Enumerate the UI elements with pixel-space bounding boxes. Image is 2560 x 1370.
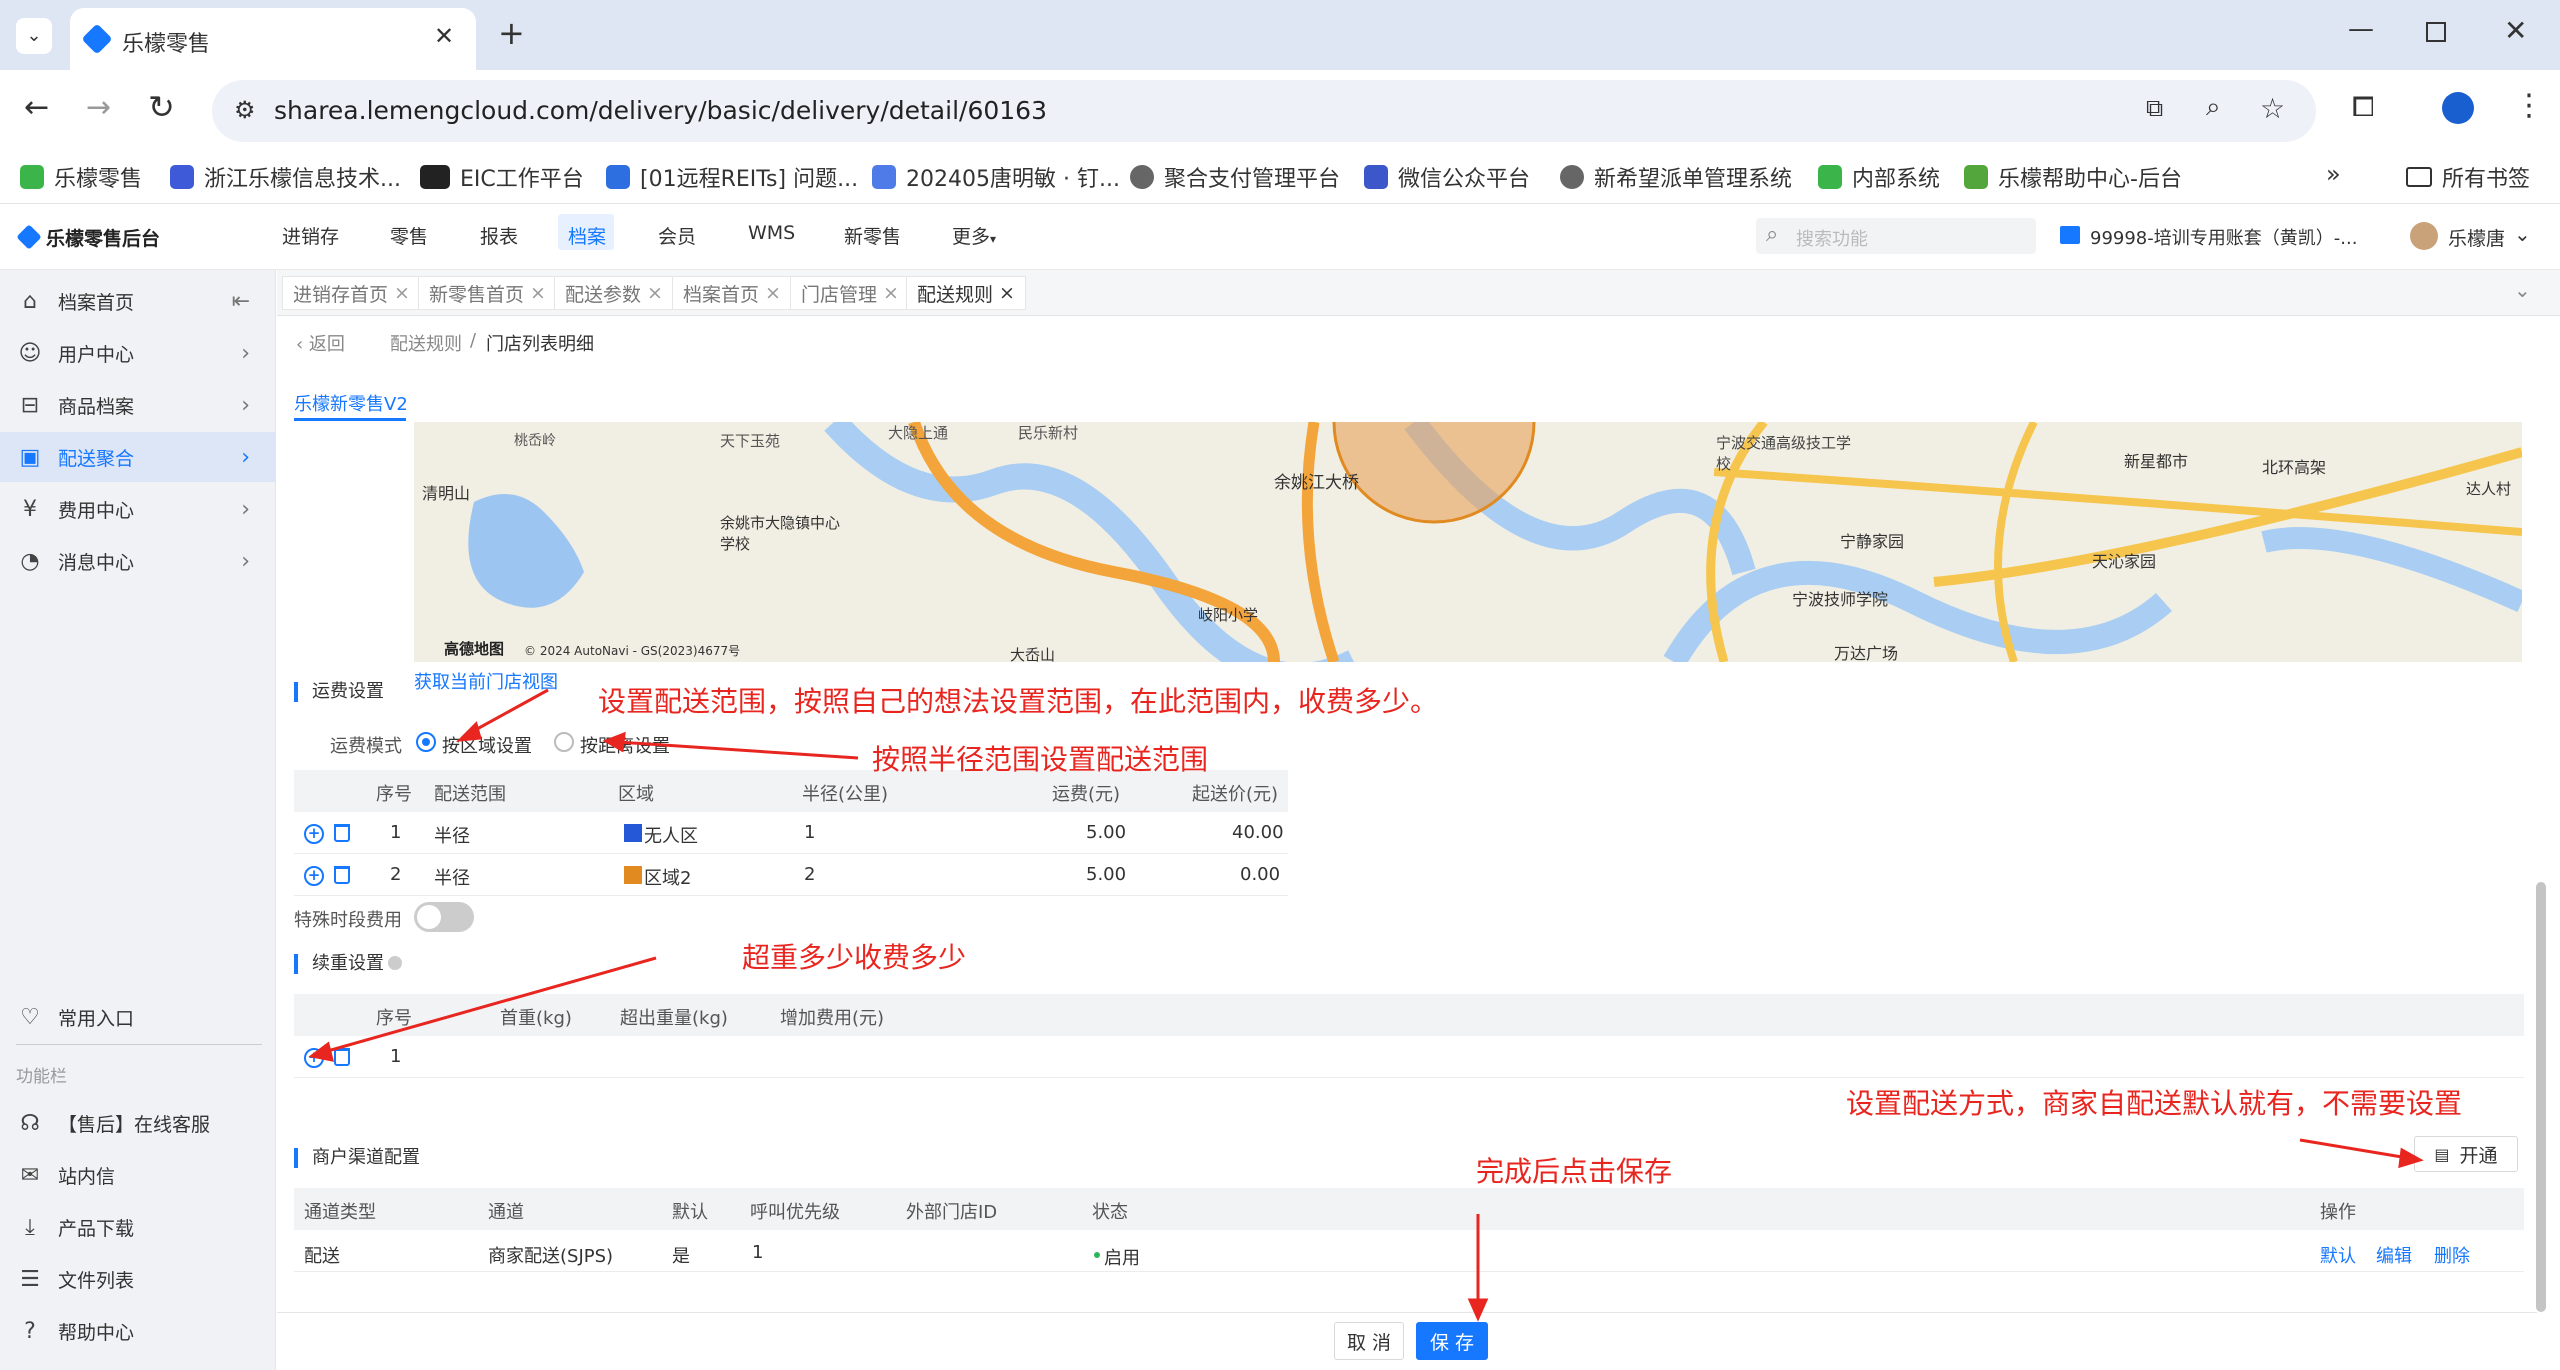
annotation-save: 完成后点击保存 xyxy=(1476,1155,1673,1188)
annotation-overweight: 超重多少收费多少 xyxy=(742,941,967,974)
annotation-range: 设置配送范围，按照自己的想法设置范围，在此范围内，收费多少。 xyxy=(598,685,1439,718)
annotation-radius: 按照半径范围设置配送范围 xyxy=(872,743,1209,776)
annotation-channel: 设置配送方式，商家自配送默认就有，不需要设置 xyxy=(1846,1087,2463,1120)
